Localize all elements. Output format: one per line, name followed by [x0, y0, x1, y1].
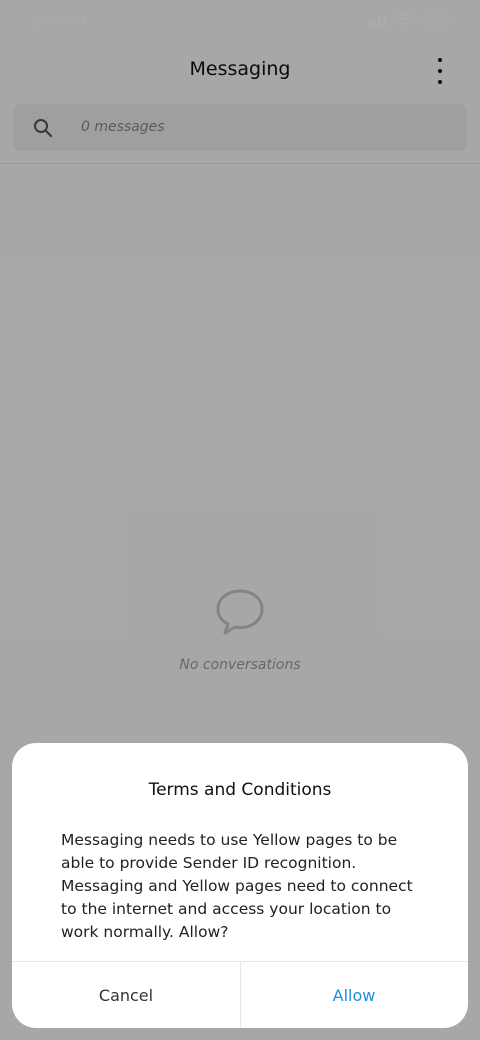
allow-button[interactable]: Allow — [240, 962, 468, 1028]
terms-dialog: Terms and Conditions Messaging needs to … — [12, 743, 468, 1028]
cancel-button[interactable]: Cancel — [12, 962, 240, 1028]
dialog-title: Terms and Conditions — [148, 780, 332, 800]
dialog-body: Messaging needs to use Yellow pages to b… — [61, 831, 413, 941]
